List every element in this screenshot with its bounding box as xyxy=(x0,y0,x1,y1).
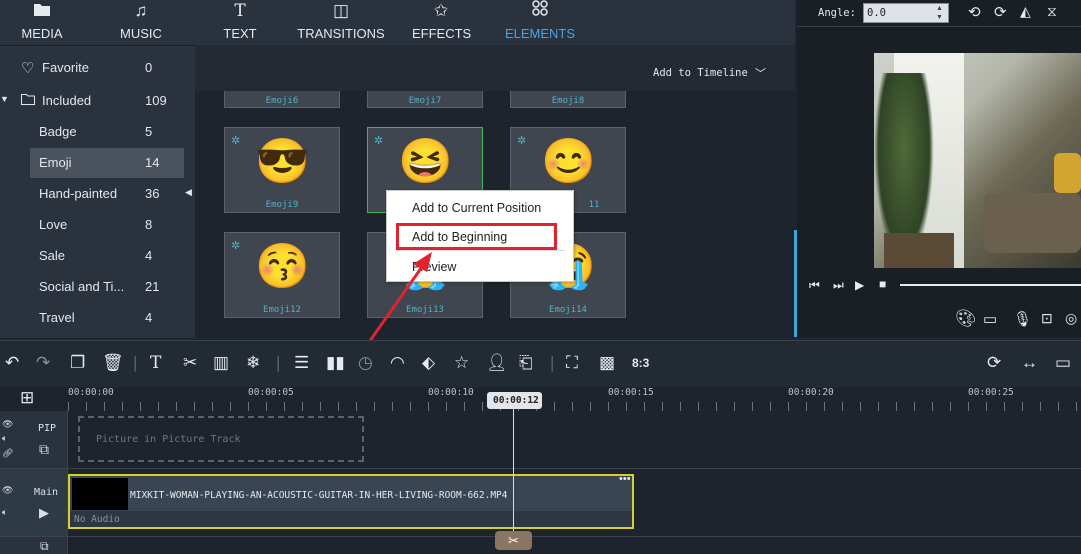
zoom-bar-icon[interactable]: ▭ xyxy=(1055,353,1071,373)
star-icon[interactable]: ☆ xyxy=(454,353,469,373)
timeline-toolbar: ↶ ↷ ❐ 🗑︎ | T ✂ ▥ ❄ | ☰ ▮▮ ◷ ◠ ⬖ ☆ 👤︎ ⎗ |… xyxy=(0,340,1081,388)
floor-shape xyxy=(884,233,954,268)
preview-toolbar: Angle: 0.0 ▲ ▼ ⟲ ⟳ ◭ ⧖ xyxy=(797,0,1081,26)
angle-input[interactable]: 0.0 ▲ ▼ xyxy=(863,3,949,23)
separator: | xyxy=(276,353,281,372)
speaker-icon[interactable]: 🔈︎ xyxy=(2,433,7,444)
video-preview-frame xyxy=(874,53,1081,268)
rotate-left-icon[interactable]: ⟲ xyxy=(968,3,981,21)
text-icon[interactable]: T xyxy=(150,353,161,373)
refresh-icon[interactable]: ⟳ xyxy=(987,353,1001,373)
fit-width-icon[interactable]: ↔ xyxy=(1021,353,1038,373)
video-track-icon: ▶︎ xyxy=(39,505,49,520)
extra-track-header: ⧉ xyxy=(0,537,68,554)
ruler-minor-ticks xyxy=(68,402,1081,411)
aspect-ratio-label[interactable]: 8:3 xyxy=(632,353,649,373)
copy-icon[interactable]: ❐ xyxy=(70,353,85,373)
preview-panel: Angle: 0.0 ▲ ▼ ⟲ ⟳ ◭ ⧖ ⏮ ⏭ ▶ ■ 🎨︎ ▭ 🎙︎ ⊡ … xyxy=(794,0,1081,337)
clip-menu-icon[interactable]: ••• xyxy=(619,473,631,485)
panel-splitter[interactable] xyxy=(794,230,797,337)
pip-track-placeholder[interactable]: Picture in Picture Track xyxy=(78,416,364,462)
pip-track-header: 👁︎ 🔈︎ 🔗︎ PIP ⧉ xyxy=(0,411,68,468)
play-icon[interactable]: ▶ xyxy=(855,278,864,292)
flip-vertical-icon[interactable]: ⧖ xyxy=(1047,3,1057,20)
speed-icon[interactable]: ◠ xyxy=(390,353,405,373)
rotate-right-icon[interactable]: ⟳ xyxy=(994,3,1007,21)
angle-stepper[interactable]: ▲ ▼ xyxy=(936,4,943,22)
guitar-shape xyxy=(1054,153,1081,193)
ruler-tick-label: 00:00:25 xyxy=(968,387,1014,398)
camera-icon[interactable]: ▭ xyxy=(983,310,997,328)
adjust-icon[interactable]: ☰ xyxy=(294,353,309,373)
person-icon[interactable]: 👤︎ xyxy=(486,353,508,373)
track-divider xyxy=(0,536,1081,537)
audio-bars-icon[interactable]: ▮▮ xyxy=(326,353,345,373)
video-clip[interactable]: MIXKIT-WOMAN-PLAYING-AN-ACOUSTIC-GUITAR-… xyxy=(68,473,634,529)
link-icon[interactable]: 🔗︎ xyxy=(2,448,13,459)
snapshot-icon[interactable]: ◎ xyxy=(1065,310,1077,327)
separator: | xyxy=(133,353,138,372)
ruler-tick-label: 00:00:15 xyxy=(608,387,654,398)
ruler-tick-label: 00:00:10 xyxy=(428,387,474,398)
flip-horizontal-icon[interactable]: ◭ xyxy=(1020,3,1031,20)
freeze-icon[interactable]: ❄ xyxy=(246,353,260,373)
redo-icon[interactable]: ↷ xyxy=(36,353,50,373)
main-track-header: 👁︎ 🔈︎ Main ▶︎ xyxy=(0,469,68,536)
track-divider xyxy=(0,468,1081,469)
eye-icon[interactable]: 👁︎ xyxy=(2,419,13,430)
step-forward-icon[interactable]: ⏭ xyxy=(833,278,844,293)
clock-icon[interactable]: ◷ xyxy=(358,353,373,373)
playback-progress[interactable] xyxy=(900,284,1081,286)
clip-audio-strip: No Audio xyxy=(70,511,632,527)
playhead-line[interactable] xyxy=(513,405,514,542)
microphone-icon[interactable]: 🎙︎ xyxy=(1013,310,1032,328)
palette-icon[interactable]: 🎨︎ xyxy=(955,309,977,329)
split-scissors-button[interactable]: ✂ xyxy=(495,531,532,550)
delete-icon[interactable]: 🗑︎ xyxy=(102,353,124,373)
add-track-icon[interactable]: ⊞ xyxy=(20,388,34,408)
speaker-icon[interactable]: 🔈︎ xyxy=(2,507,7,518)
mosaic-icon[interactable]: ▩ xyxy=(599,353,615,373)
skip-back-icon[interactable]: ⏮ xyxy=(809,278,820,293)
playback-area: ⏮ ⏭ ▶ ■ 🎨︎ ▭ 🎙︎ ⊡ ◎ xyxy=(797,268,1081,337)
export-frame-icon[interactable]: ⎗ xyxy=(519,353,533,373)
playhead-time-badge[interactable]: 00:00:12 xyxy=(487,392,542,409)
sofa-shape xyxy=(984,193,1081,253)
divider xyxy=(797,26,1081,27)
ruler-tick-label: 00:00:00 xyxy=(68,387,114,398)
eye-icon[interactable]: 👁︎ xyxy=(2,485,13,496)
angle-label: Angle: xyxy=(818,7,856,19)
clip-filename: MIXKIT-WOMAN-PLAYING-AN-ACOUSTIC-GUITAR-… xyxy=(130,490,508,501)
film-icon[interactable]: ▥ xyxy=(213,353,229,373)
tag-icon[interactable]: ⬖ xyxy=(422,353,435,373)
overlay-track-icon: ⧉ xyxy=(40,539,49,553)
ruler-tick-label: 00:00:05 xyxy=(248,387,294,398)
screenshot-icon[interactable]: ⊡ xyxy=(1041,310,1053,327)
scissors-icon[interactable]: ✂ xyxy=(183,353,197,373)
stop-icon[interactable]: ■ xyxy=(879,277,886,291)
separator: | xyxy=(550,353,555,372)
undo-icon[interactable]: ↶ xyxy=(5,353,19,373)
clip-thumbnail xyxy=(72,478,128,510)
crop-icon[interactable]: ⛶ xyxy=(566,353,578,373)
ruler-tick-label: 00:00:20 xyxy=(788,387,834,398)
timeline-ruler[interactable]: ⊞ 00:00:00 00:00:05 00:00:10 00:00:15 00… xyxy=(0,387,1081,411)
pip-track-icon: ⧉ xyxy=(39,441,49,457)
